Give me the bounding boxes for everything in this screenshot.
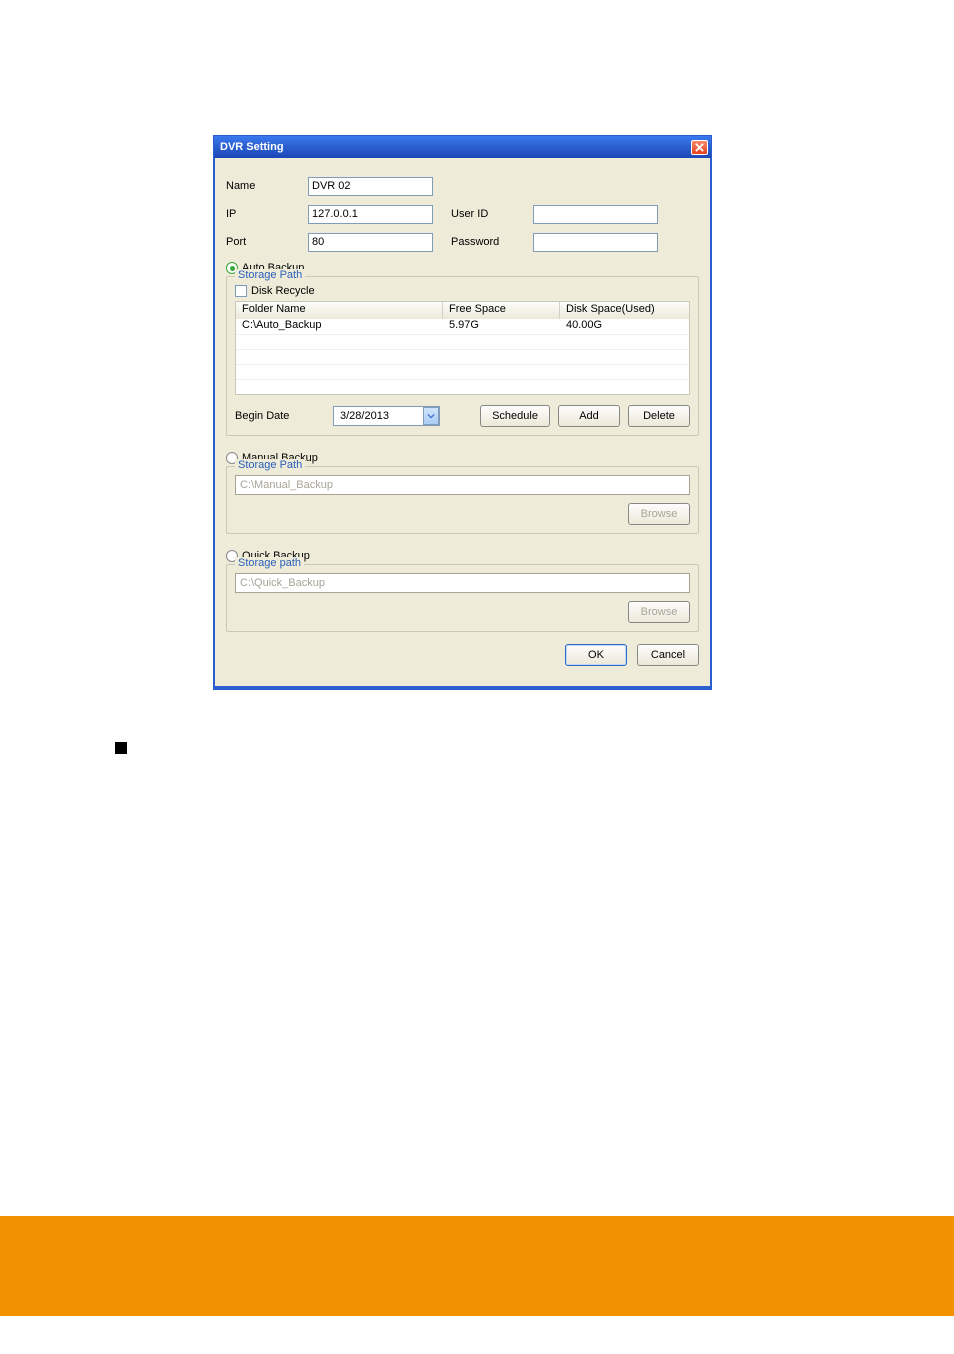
manual-backup-fieldset: Storage Path Browse [226,466,699,534]
table-row[interactable] [236,334,689,349]
userid-input[interactable] [533,205,658,224]
date-dropdown-button[interactable] [423,407,439,425]
auto-backup-fieldset: Storage Path Disk Recycle Folder Name Fr… [226,276,699,436]
add-button[interactable]: Add [558,405,620,427]
begin-date-combo[interactable] [333,406,440,426]
manual-browse-row: Browse [235,503,690,525]
td-folder [236,380,443,394]
port-label: Port [226,236,308,248]
cancel-button[interactable]: Cancel [637,644,699,666]
td-folder [236,365,443,379]
table-row[interactable] [236,379,689,394]
td-folder: C:\Auto_Backup [236,319,443,334]
storage-table: Folder Name Free Space Disk Space(Used) … [235,301,690,395]
manual-browse-button: Browse [628,503,690,525]
quick-backup-legend: Storage path [235,557,304,569]
manual-path-input [235,475,690,495]
th-folder[interactable]: Folder Name [236,302,443,319]
table-header-row: Folder Name Free Space Disk Space(Used) [236,302,689,319]
table-body: C:\Auto_Backup 5.97G 40.00G [236,319,689,394]
page-root: DVR Setting Name IP User ID Port Passwor… [0,0,954,1354]
td-folder [236,350,443,364]
ip-label: IP [226,208,308,220]
th-free[interactable]: Free Space [443,302,560,319]
quick-backup-fieldset: Storage path Browse [226,564,699,632]
port-input[interactable] [308,233,433,252]
ok-button[interactable]: OK [565,644,627,666]
th-disk[interactable]: Disk Space(Used) [560,302,689,319]
password-label: Password [451,236,533,248]
manual-backup-legend: Storage Path [235,459,305,471]
td-folder [236,335,443,349]
password-input[interactable] [533,233,658,252]
quick-browse-row: Browse [235,601,690,623]
row-port: Port Password [226,232,699,252]
td-disk [560,335,689,349]
row-ip: IP User ID [226,204,699,224]
td-free: 5.97G [443,319,560,334]
begin-date-label: Begin Date [235,410,325,422]
auto-backup-legend: Storage Path [235,269,305,281]
delete-button[interactable]: Delete [628,405,690,427]
schedule-button[interactable]: Schedule [480,405,550,427]
td-disk [560,365,689,379]
auto-backup-actions: Begin Date Schedule Add Delete [235,405,690,427]
ip-input[interactable] [308,205,433,224]
name-label: Name [226,180,308,192]
footer-bar [0,1216,954,1316]
td-disk [560,350,689,364]
table-row[interactable] [236,364,689,379]
td-disk [560,380,689,394]
name-input[interactable] [308,177,433,196]
td-free [443,365,560,379]
row-name: Name [226,176,699,196]
td-free [443,335,560,349]
dialog-title: DVR Setting [220,141,284,153]
td-free [443,350,560,364]
disk-recycle-row: Disk Recycle [235,285,690,297]
chevron-down-icon [427,413,435,419]
bullet-square-icon [115,742,127,754]
dialog-buttons: OK Cancel [226,644,699,666]
close-button[interactable] [691,140,708,155]
dvr-setting-dialog: DVR Setting Name IP User ID Port Passwor… [213,135,712,690]
close-icon [695,143,704,152]
disk-recycle-checkbox[interactable] [235,285,247,297]
td-disk: 40.00G [560,319,689,334]
table-row[interactable]: C:\Auto_Backup 5.97G 40.00G [236,319,689,334]
table-row[interactable] [236,349,689,364]
quick-path-input [235,573,690,593]
titlebar[interactable]: DVR Setting [214,136,711,158]
dialog-body: Name IP User ID Port Password Auto Backu… [214,158,711,678]
disk-recycle-label: Disk Recycle [251,285,315,297]
td-free [443,380,560,394]
userid-label: User ID [451,208,533,220]
quick-browse-button: Browse [628,601,690,623]
